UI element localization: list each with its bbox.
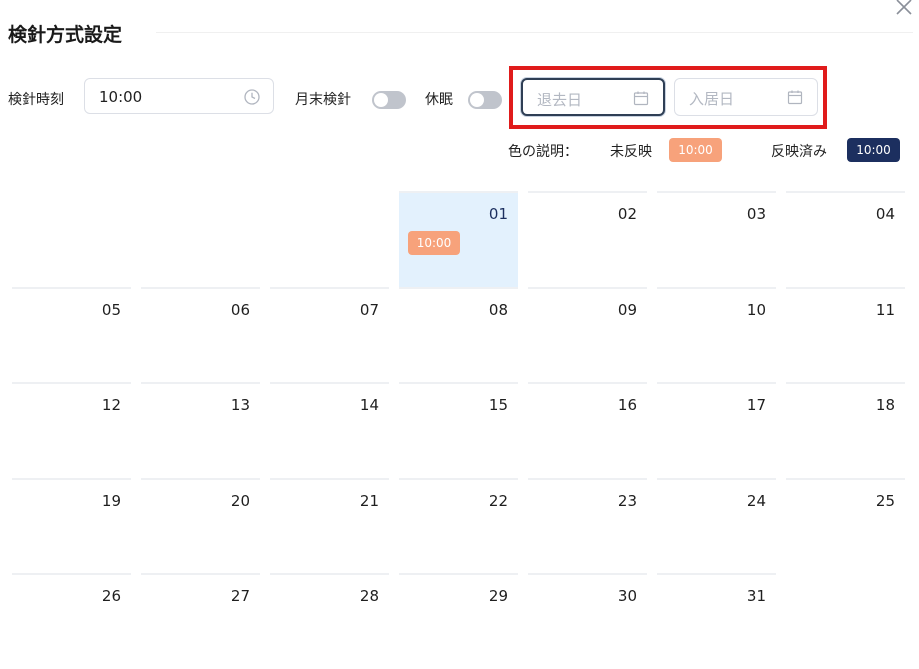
legend-reflected-label: 反映済み <box>771 144 827 160</box>
calendar-day-10[interactable]: 10 <box>657 287 776 383</box>
calendar-day-21[interactable]: 21 <box>270 478 389 574</box>
toggle-knob <box>374 93 388 107</box>
day-number: 31 <box>746 587 766 605</box>
calendar-day-09[interactable]: 09 <box>528 287 647 383</box>
calendar-day-17[interactable]: 17 <box>657 382 776 478</box>
reading-time-label: 検針時刻 <box>8 92 64 108</box>
day-number: 12 <box>101 396 121 414</box>
day-number: 28 <box>359 587 379 605</box>
move-in-date-input[interactable]: 入居日 <box>674 78 818 116</box>
day-number: 15 <box>488 396 508 414</box>
calendar-day-02[interactable]: 02 <box>528 191 647 287</box>
day-number: 18 <box>875 396 895 414</box>
reading-time-chip: 10:00 <box>408 231 460 255</box>
day-number: 03 <box>746 205 766 223</box>
calendar-day-27[interactable]: 27 <box>141 573 260 669</box>
calendar-day-30[interactable]: 30 <box>528 573 647 669</box>
calendar-day-18[interactable]: 18 <box>786 382 905 478</box>
calendar-day-22[interactable]: 22 <box>399 478 518 574</box>
day-number: 07 <box>359 301 379 319</box>
calendar-day-12[interactable]: 12 <box>12 382 131 478</box>
calendar-day-15[interactable]: 15 <box>399 382 518 478</box>
month-end-label: 月末検針 <box>295 92 351 108</box>
day-number: 10 <box>746 301 766 319</box>
month-end-toggle[interactable] <box>372 91 406 109</box>
day-number: 11 <box>875 301 895 319</box>
dormant-label: 休眠 <box>425 92 453 108</box>
calendar-day-11[interactable]: 11 <box>786 287 905 383</box>
legend-title: 色の説明： <box>508 144 578 160</box>
day-number: 19 <box>101 492 121 510</box>
day-number: 14 <box>359 396 379 414</box>
day-number: 23 <box>617 492 637 510</box>
calendar-day-04[interactable]: 04 <box>786 191 905 287</box>
reading-time-value: 10:00 <box>99 88 143 106</box>
day-number: 16 <box>617 396 637 414</box>
calendar-day-26[interactable]: 26 <box>12 573 131 669</box>
toggle-knob <box>470 93 484 107</box>
day-number: 25 <box>875 492 895 510</box>
title-divider <box>156 32 913 33</box>
calendar-icon <box>787 90 803 105</box>
move-out-date-input[interactable]: 退去日 <box>521 78 665 116</box>
dormant-toggle[interactable] <box>468 91 502 109</box>
day-number: 01 <box>488 205 508 223</box>
calendar-day-29[interactable]: 29 <box>399 573 518 669</box>
day-number: 22 <box>488 492 508 510</box>
day-number: 21 <box>359 492 379 510</box>
calendar-day-01[interactable]: 01 10:00 <box>399 191 518 287</box>
calendar-day-20[interactable]: 20 <box>141 478 260 574</box>
calendar-day-31[interactable]: 31 <box>657 573 776 669</box>
day-number: 04 <box>875 205 895 223</box>
calendar-icon <box>633 91 649 106</box>
day-number: 26 <box>101 587 121 605</box>
calendar-day-23[interactable]: 23 <box>528 478 647 574</box>
day-number: 06 <box>230 301 250 319</box>
day-number: 30 <box>617 587 637 605</box>
calendar-day-28[interactable]: 28 <box>270 573 389 669</box>
day-number: 09 <box>617 301 637 319</box>
day-number: 24 <box>746 492 766 510</box>
calendar-day-05[interactable]: 05 <box>12 287 131 383</box>
calendar-day-03[interactable]: 03 <box>657 191 776 287</box>
day-number: 02 <box>617 205 637 223</box>
clock-icon <box>244 89 260 105</box>
legend-reflected-chip: 10:00 <box>847 138 900 162</box>
calendar-day-16[interactable]: 16 <box>528 382 647 478</box>
day-number: 27 <box>230 587 250 605</box>
move-out-placeholder: 退去日 <box>537 91 583 109</box>
day-number: 08 <box>488 301 508 319</box>
day-number: 20 <box>230 492 250 510</box>
legend-unreflected-chip: 10:00 <box>669 138 722 162</box>
reading-time-input[interactable]: 10:00 <box>84 78 274 114</box>
calendar-day-19[interactable]: 19 <box>12 478 131 574</box>
calendar-day-24[interactable]: 24 <box>657 478 776 574</box>
day-number: 29 <box>488 587 508 605</box>
calendar-day-25[interactable]: 25 <box>786 478 905 574</box>
calendar-day-13[interactable]: 13 <box>141 382 260 478</box>
calendar-day-07[interactable]: 07 <box>270 287 389 383</box>
close-icon[interactable] <box>893 0 915 18</box>
calendar-day-06[interactable]: 06 <box>141 287 260 383</box>
dialog-title: 検針方式設定 <box>8 24 123 46</box>
legend-unreflected-label: 未反映 <box>610 144 652 160</box>
calendar-day-14[interactable]: 14 <box>270 382 389 478</box>
day-number: 17 <box>746 396 766 414</box>
day-number: 05 <box>101 301 121 319</box>
day-number: 13 <box>230 396 250 414</box>
move-in-placeholder: 入居日 <box>689 90 735 108</box>
calendar-day-08[interactable]: 08 <box>399 287 518 383</box>
